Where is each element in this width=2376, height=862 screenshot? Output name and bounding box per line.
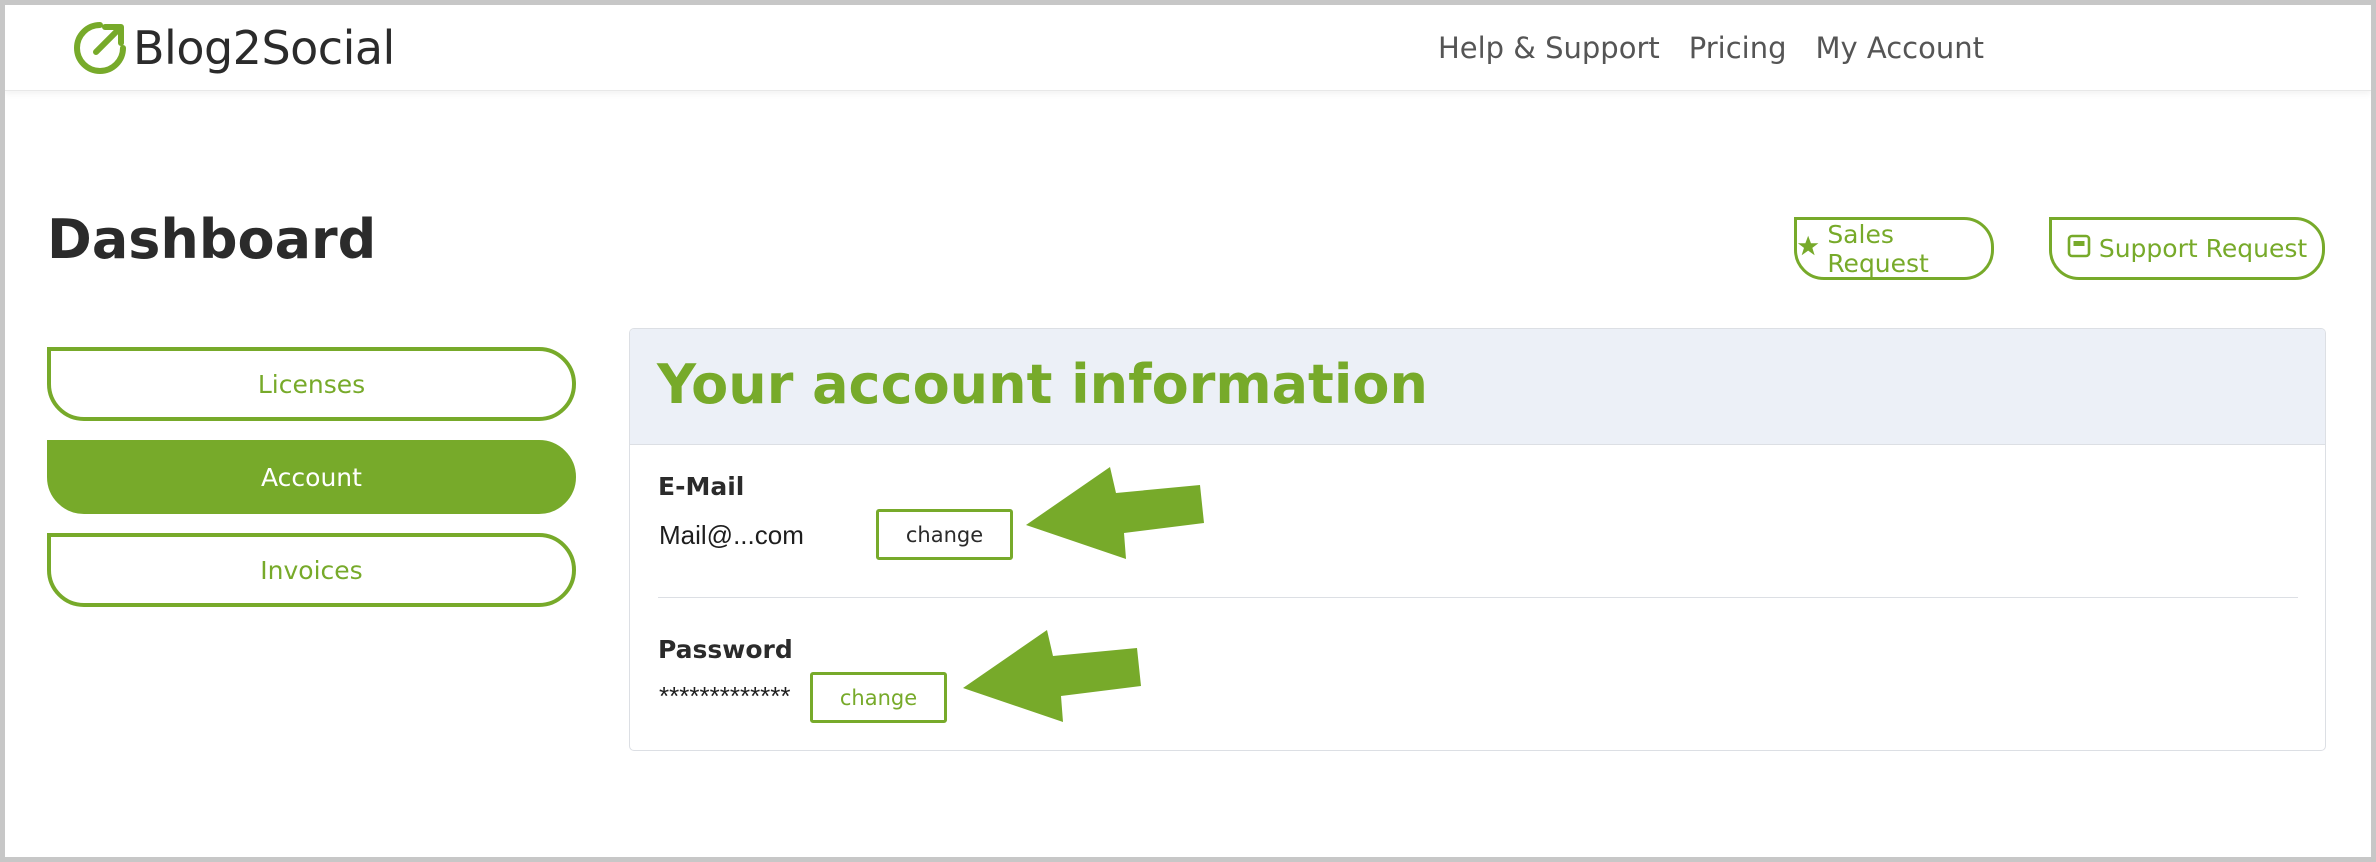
password-label: Password [658, 635, 793, 664]
sidebar-item-invoices[interactable]: Invoices [47, 533, 576, 607]
arrow-up-right-circle-icon [74, 22, 126, 74]
card-title: Your account information [657, 353, 1428, 416]
change-email-button[interactable]: change [876, 509, 1013, 560]
sales-request-label: Sales Request [1827, 219, 1929, 278]
support-request-label: Support Request [2098, 234, 2308, 263]
support-request-button[interactable]: Support Request [2049, 217, 2325, 280]
password-value: ************* [659, 681, 791, 711]
brand-logo[interactable]: Blog2Social [69, 17, 395, 79]
email-label: E-Mail [658, 472, 745, 501]
star-icon [1797, 235, 1819, 255]
nav-my-account[interactable]: My Account [1816, 31, 1985, 65]
brand-name: Blog2Social [133, 21, 395, 75]
sidebar-item-licenses[interactable]: Licenses [47, 347, 576, 421]
card-header: Your account information [630, 329, 2325, 445]
account-info-card: Your account information E-Mail Mail@...… [629, 328, 2326, 751]
email-value: Mail@...com [659, 520, 804, 550]
nav-help-support[interactable]: Help & Support [1438, 31, 1660, 65]
pointer-arrow-icon [1026, 467, 1204, 559]
field-divider [658, 597, 2298, 598]
change-password-button[interactable]: change [810, 672, 947, 723]
sales-request-button[interactable]: Sales Request [1794, 217, 1994, 280]
pointer-arrow-icon [963, 630, 1141, 722]
support-icon [2067, 234, 2091, 257]
top-nav: Help & Support Pricing My Account [1438, 5, 1984, 91]
page-title: Dashboard [47, 208, 377, 271]
top-header: Blog2Social Help & Support Pricing My Ac… [5, 5, 2371, 91]
nav-pricing[interactable]: Pricing [1689, 31, 1787, 65]
sidebar-item-account[interactable]: Account [47, 440, 576, 514]
